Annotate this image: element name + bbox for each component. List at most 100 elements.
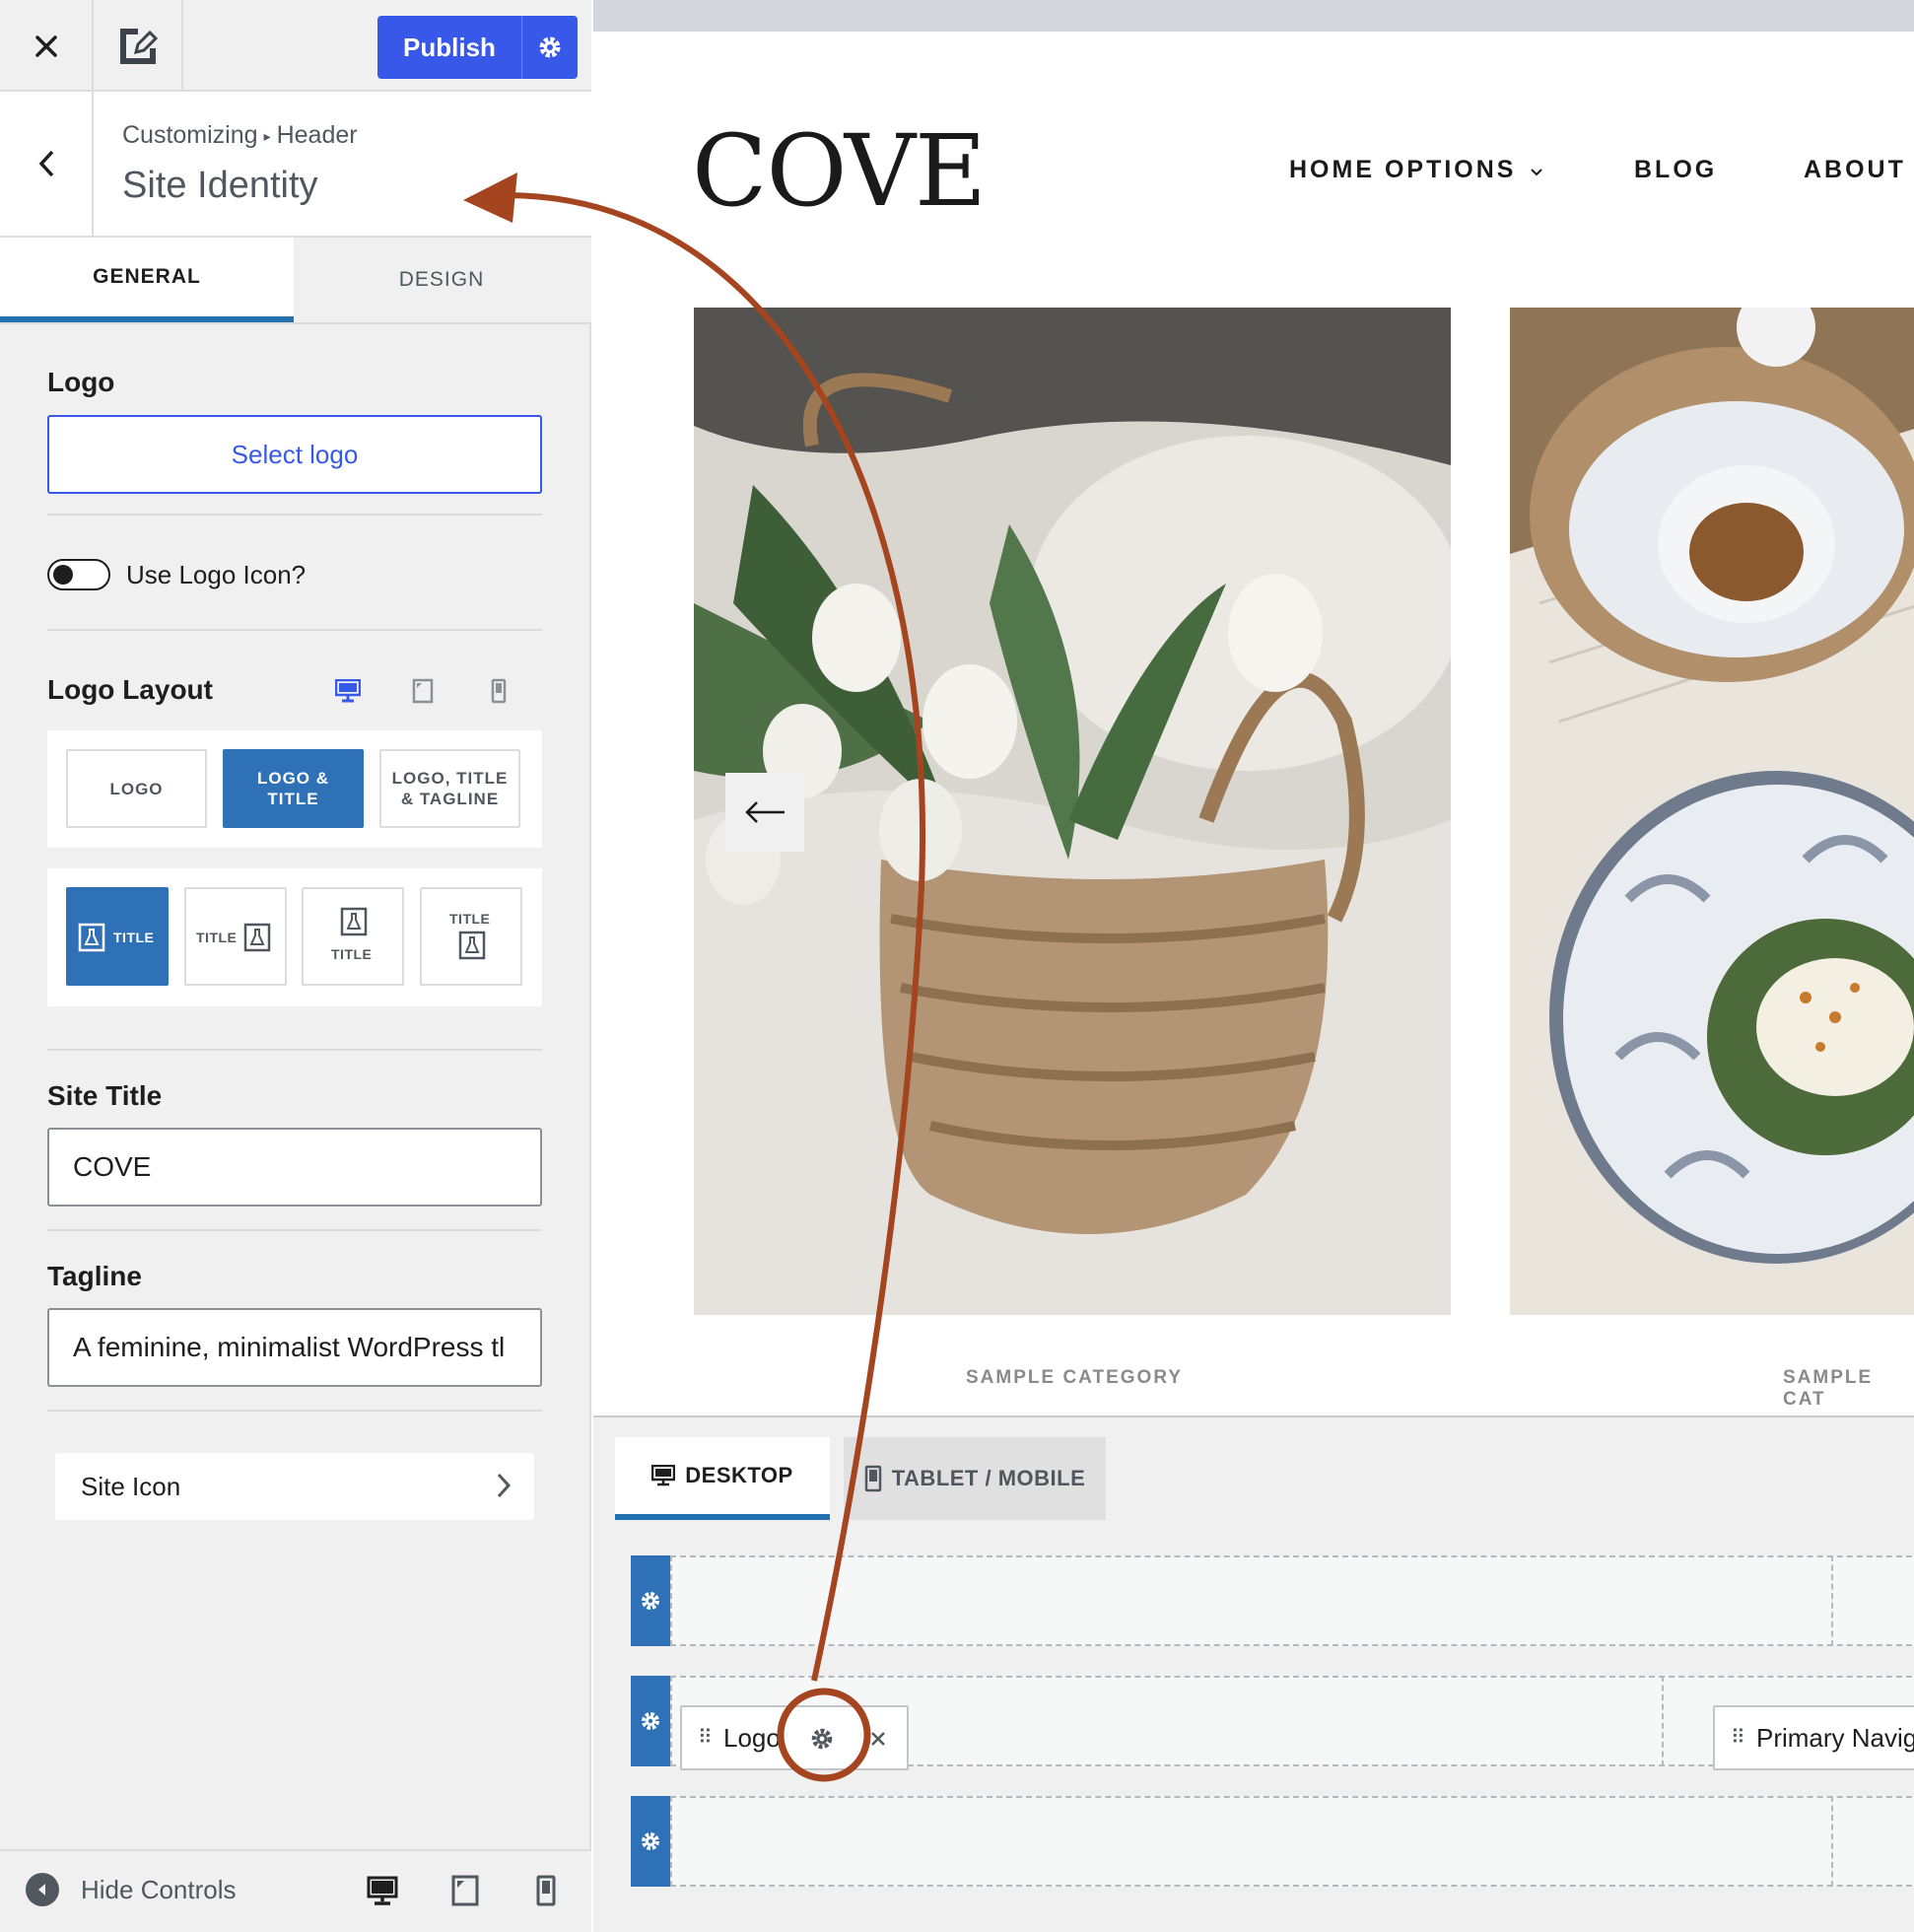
hide-controls-button[interactable]: Hide Controls	[26, 1873, 237, 1906]
builder-item-logo[interactable]: ⠿ Logo	[680, 1705, 909, 1770]
close-button[interactable]	[0, 0, 94, 92]
site-preview: COVE HOME OPTIONS BLOG ABOUT SAMPLE CATE…	[593, 0, 1914, 1415]
flask-icon	[458, 931, 486, 960]
chevron-left-icon	[38, 150, 53, 177]
tablet-icon	[412, 678, 434, 704]
use-logo-icon-toggle[interactable]	[47, 559, 110, 590]
publish-settings-button[interactable]	[521, 16, 578, 79]
arrangement-icon-top[interactable]: TITLE	[302, 887, 404, 986]
tab-design[interactable]: DESIGN	[294, 238, 589, 322]
arrangement-title-text: TITLE	[331, 946, 373, 962]
gear-icon	[642, 1712, 659, 1730]
logo-layout-label: Logo Layout	[47, 674, 213, 705]
featured-image-tulips[interactable]	[694, 308, 1451, 1315]
featured-image-breakfast[interactable]	[1510, 308, 1914, 1315]
flask-icon	[340, 907, 368, 936]
gear-icon	[539, 36, 561, 58]
row-settings-button[interactable]	[631, 1676, 670, 1766]
breadcrumb-parent: Header	[276, 121, 358, 149]
layout-tablet-button[interactable]	[408, 676, 438, 706]
row-settings-button[interactable]	[631, 1555, 670, 1646]
post-category[interactable]: SAMPLE CAT	[1783, 1367, 1914, 1411]
nav-home-options[interactable]: HOME OPTIONS	[1289, 156, 1543, 184]
builder-item-logo-label: Logo	[723, 1722, 781, 1753]
toggle-knob	[53, 565, 73, 585]
back-button[interactable]	[0, 92, 94, 236]
layout-option-logo-title-tagline[interactable]: LOGO, TITLE & TAGLINE	[379, 749, 520, 828]
arrangement-title-text: TITLE	[449, 911, 491, 927]
edit-button[interactable]	[94, 0, 183, 92]
arrangement-icon-right[interactable]: TITLE	[184, 887, 287, 986]
customizer-footer: Hide Controls	[0, 1849, 591, 1932]
layout-mobile-button[interactable]	[484, 676, 513, 706]
nav-home-options-label: HOME OPTIONS	[1289, 156, 1517, 183]
tablet-icon	[451, 1875, 479, 1906]
builder-tab-tablet-mobile-label: TABLET / MOBILE	[891, 1466, 1086, 1490]
row-column-divider	[1831, 1796, 1833, 1887]
drag-handle-icon[interactable]: ⠿	[698, 1728, 713, 1748]
drag-handle-icon[interactable]: ⠿	[1731, 1728, 1745, 1748]
gear-icon	[642, 1592, 659, 1610]
preview-tablet-button[interactable]	[447, 1873, 483, 1908]
builder-item-primary-navigation[interactable]: ⠿ Primary Navig	[1713, 1705, 1914, 1770]
arrow-left-icon	[745, 801, 785, 823]
site-title-label: Site Title	[47, 1080, 163, 1111]
mobile-icon	[864, 1465, 881, 1492]
slider-prev-button[interactable]	[725, 773, 804, 852]
row-settings-button[interactable]	[631, 1796, 670, 1887]
publish-label: Publish	[403, 32, 496, 62]
post-category[interactable]: SAMPLE CATEGORY	[966, 1367, 1183, 1389]
row-column-divider	[1662, 1676, 1664, 1766]
panel-tabs: GENERAL DESIGN	[0, 238, 591, 324]
close-icon	[34, 34, 57, 57]
tagline-input[interactable]: A feminine, minimalist WordPress tl	[47, 1308, 542, 1387]
logo-label: Logo	[47, 367, 115, 397]
section-title: Site Identity	[122, 165, 318, 206]
desktop-icon	[651, 1465, 676, 1486]
nav-blog[interactable]: BLOG	[1634, 156, 1717, 184]
pencil-edit-icon	[119, 28, 158, 64]
arrangement-title-text: TITLE	[196, 930, 238, 945]
select-logo-button[interactable]: Select logo	[47, 415, 542, 494]
gear-icon	[642, 1832, 659, 1850]
row-column-divider	[1831, 1555, 1833, 1646]
chevron-down-icon	[1531, 169, 1543, 176]
preview-site-title[interactable]: COVE	[692, 113, 987, 229]
preview-desktop-button[interactable]	[365, 1873, 400, 1908]
divider	[47, 1229, 542, 1231]
builder-row-bottom	[631, 1796, 1914, 1887]
logo-layout-options: LOGO LOGO & TITLE LOGO, TITLE & TAGLINE	[47, 730, 542, 848]
gear-icon[interactable]	[810, 1727, 834, 1751]
arrangement-icon-left[interactable]: TITLE	[66, 887, 169, 986]
arrangement-icon-bottom[interactable]: TITLE	[420, 887, 522, 986]
nav-about[interactable]: ABOUT	[1804, 156, 1906, 184]
breadcrumb-separator: ▸	[263, 128, 271, 144]
builder-tab-tablet-mobile[interactable]: TABLET / MOBILE	[844, 1437, 1106, 1520]
flask-icon	[243, 923, 271, 952]
layout-option-logo[interactable]: LOGO	[66, 749, 207, 828]
hide-controls-label: Hide Controls	[81, 1874, 237, 1904]
builder-tab-desktop-label: DESKTOP	[685, 1463, 793, 1487]
preview-mobile-button[interactable]	[528, 1873, 564, 1908]
row-drop-area[interactable]	[670, 1555, 1914, 1646]
breadcrumb: Customizing ▸ Header	[122, 121, 358, 150]
layout-desktop-button[interactable]	[333, 676, 363, 706]
use-logo-icon-label: Use Logo Icon?	[126, 560, 307, 589]
row-drop-area[interactable]	[670, 1796, 1914, 1887]
site-icon-button[interactable]: Site Icon	[55, 1453, 534, 1520]
tab-general[interactable]: GENERAL	[0, 238, 294, 322]
section-header: Customizing ▸ Header Site Identity	[0, 92, 591, 238]
collapse-icon	[26, 1873, 59, 1906]
layout-option-logo-title[interactable]: LOGO & TITLE	[223, 749, 364, 828]
builder-item-primary-nav-label: Primary Navig	[1756, 1722, 1914, 1753]
builder-tab-desktop[interactable]: DESKTOP	[615, 1437, 830, 1520]
desktop-icon	[367, 1876, 398, 1905]
divider	[47, 514, 542, 516]
divider	[47, 1049, 542, 1051]
site-title-input[interactable]: COVE	[47, 1128, 542, 1207]
close-icon[interactable]	[869, 1730, 887, 1748]
mobile-icon	[536, 1875, 556, 1906]
preview-top-strip	[593, 0, 1914, 32]
publish-button[interactable]: Publish	[377, 16, 578, 79]
divider	[47, 1410, 542, 1412]
